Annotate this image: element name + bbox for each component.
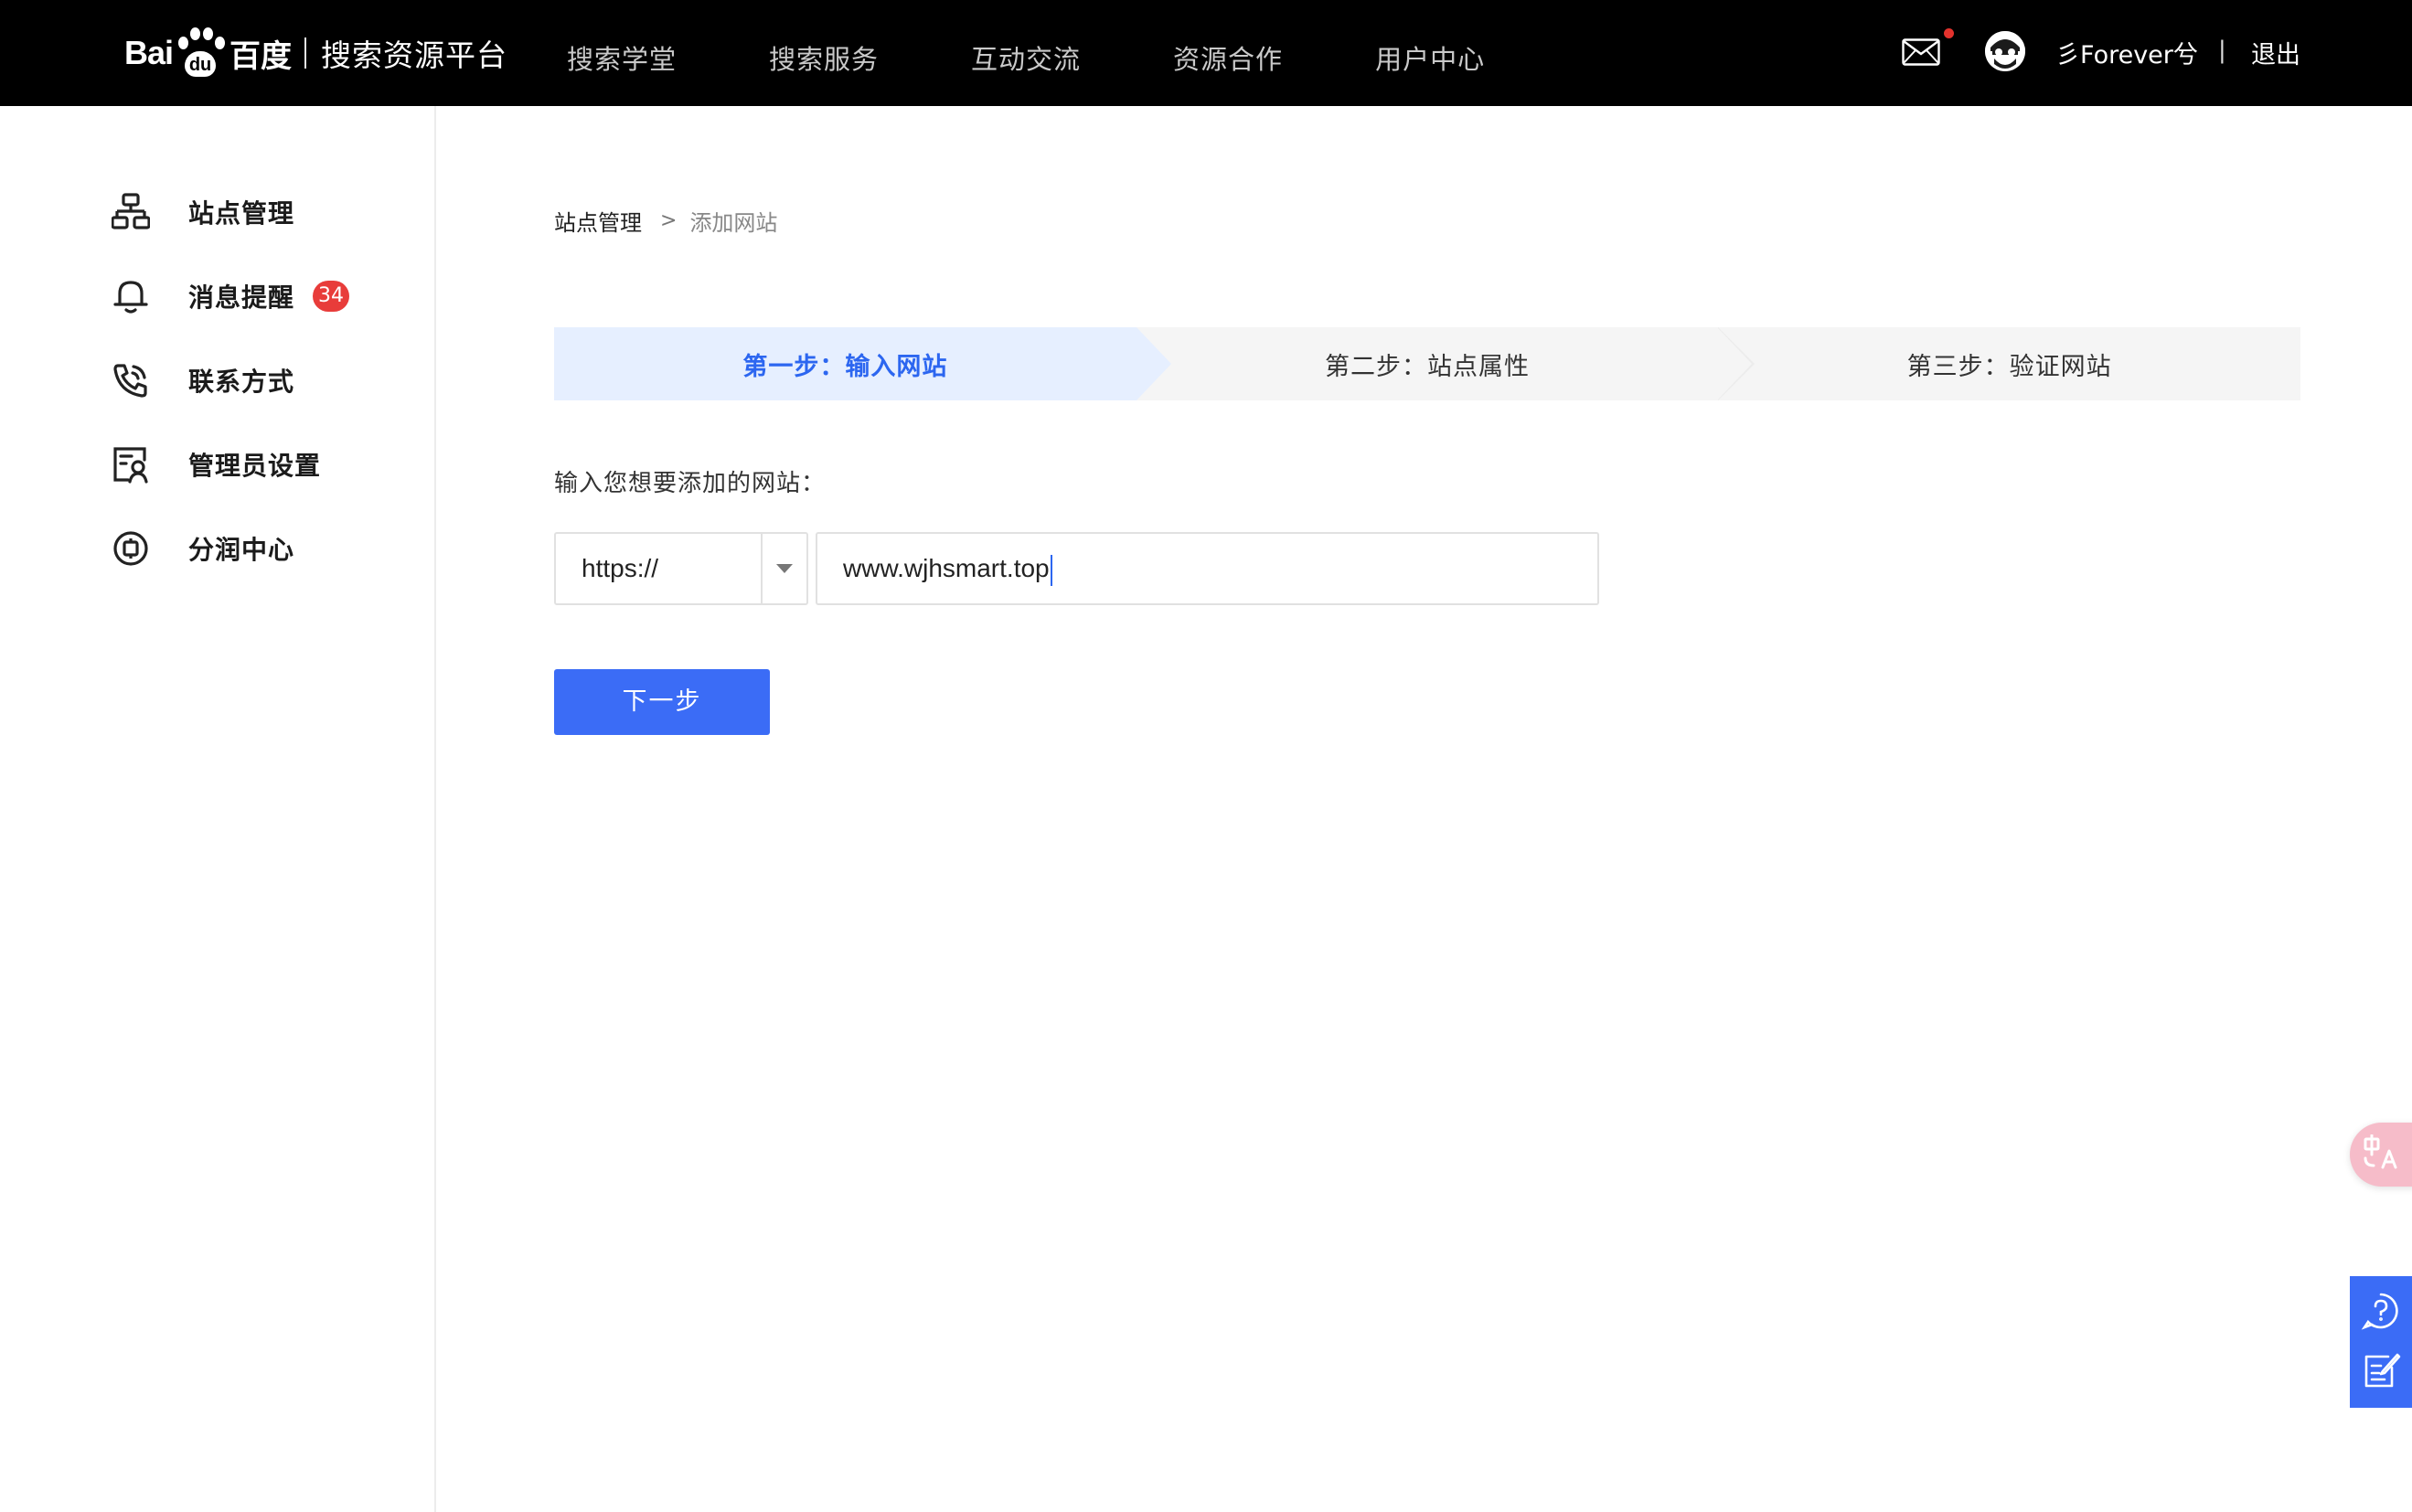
- nav-item-community[interactable]: 互动交流: [971, 38, 1081, 77]
- top-navbar: Bai du 百度 搜索资源平台 搜索学堂 搜索服务 互动交流 资源合作 用户中…: [0, 0, 2412, 106]
- phone-icon: [110, 359, 152, 401]
- logo-divider: [304, 37, 307, 69]
- sidebar-item-contact[interactable]: 联系方式: [110, 353, 294, 408]
- main-nav: 搜索学堂 搜索服务 互动交流 资源合作 用户中心: [567, 0, 1577, 106]
- header-divider: |: [2218, 37, 2226, 64]
- sidebar-item-label: 管理员设置: [188, 451, 322, 481]
- sidebar-item-admin-settings[interactable]: 管理员设置: [110, 437, 321, 492]
- sidebar-item-label: 联系方式: [188, 367, 295, 397]
- breadcrumb-root[interactable]: 站点管理: [554, 205, 642, 237]
- website-url-input[interactable]: www.wjhsmart.top: [816, 532, 1599, 605]
- next-step-button[interactable]: 下一步: [554, 669, 770, 735]
- nav-item-user-center[interactable]: 用户中心: [1375, 38, 1485, 77]
- nav-item-cooperation[interactable]: 资源合作: [1173, 38, 1283, 77]
- protocol-value: https://: [582, 554, 659, 582]
- sidebar-item-notifications[interactable]: 消息提醒 34: [110, 269, 350, 324]
- avatar[interactable]: [1985, 31, 2025, 71]
- notification-count-badge: 34: [313, 281, 350, 312]
- logo-paw-text: du: [185, 51, 217, 77]
- step-1: 第一步：输入网站: [554, 327, 1171, 400]
- logo-chinese: 百度: [229, 37, 293, 75]
- unread-dot: [1944, 28, 1954, 38]
- platform-name: 搜索资源平台: [321, 37, 508, 73]
- breadcrumb: 站点管理 > 添加网站: [554, 205, 777, 237]
- username[interactable]: 彡Forever兮: [2055, 35, 2198, 70]
- sitemap-icon: [110, 191, 152, 233]
- sidebar-item-label: 分润中心: [188, 535, 295, 565]
- feedback-icon[interactable]: [2361, 1349, 2401, 1393]
- step-2: 第二步：站点属性: [1137, 327, 1755, 400]
- mail-icon[interactable]: [1902, 38, 1940, 69]
- nav-item-search-service[interactable]: 搜索服务: [769, 38, 879, 77]
- breadcrumb-current: 添加网站: [689, 210, 778, 236]
- sidebar-item-label: 消息提醒: [188, 282, 295, 313]
- url-form-label: 输入您想要添加的网站：: [554, 470, 827, 497]
- sidebar-item-profit-center[interactable]: 分润中心: [110, 521, 294, 576]
- protocol-select[interactable]: https://: [554, 532, 808, 605]
- dropdown-arrow[interactable]: [761, 534, 806, 603]
- paw-logo-icon: du: [175, 27, 226, 79]
- sidebar: 站点管理 消息提醒 34 联系方式 管理员设置 分润中心: [0, 106, 436, 1512]
- logo-text: Bai: [124, 34, 174, 71]
- step-3: 第三步：验证网站: [1906, 352, 2112, 381]
- help-icon[interactable]: [2361, 1291, 2401, 1335]
- text-cursor: [1050, 554, 1052, 586]
- baidu-logo[interactable]: Bai du 百度 搜索资源平台: [124, 18, 507, 88]
- url-input-value: www.wjhsmart.top: [843, 554, 1050, 582]
- sidebar-item-label: 站点管理: [188, 198, 295, 229]
- chevron-right-icon: >: [660, 209, 678, 232]
- bell-icon: [110, 275, 152, 317]
- help-panel: [2350, 1276, 2412, 1408]
- caret-down-icon: [776, 564, 793, 573]
- translate-button[interactable]: [2350, 1123, 2412, 1187]
- translate-icon: [2363, 1134, 2399, 1175]
- logout-button[interactable]: 退出: [2251, 35, 2300, 70]
- admin-icon: [110, 443, 152, 485]
- nav-item-search-academy[interactable]: 搜索学堂: [567, 38, 677, 77]
- sidebar-item-site-management[interactable]: 站点管理: [110, 185, 294, 240]
- step-progress: 第一步：输入网站 第二步：站点属性 第三步：验证网站: [554, 327, 2300, 400]
- coin-icon: [110, 527, 152, 570]
